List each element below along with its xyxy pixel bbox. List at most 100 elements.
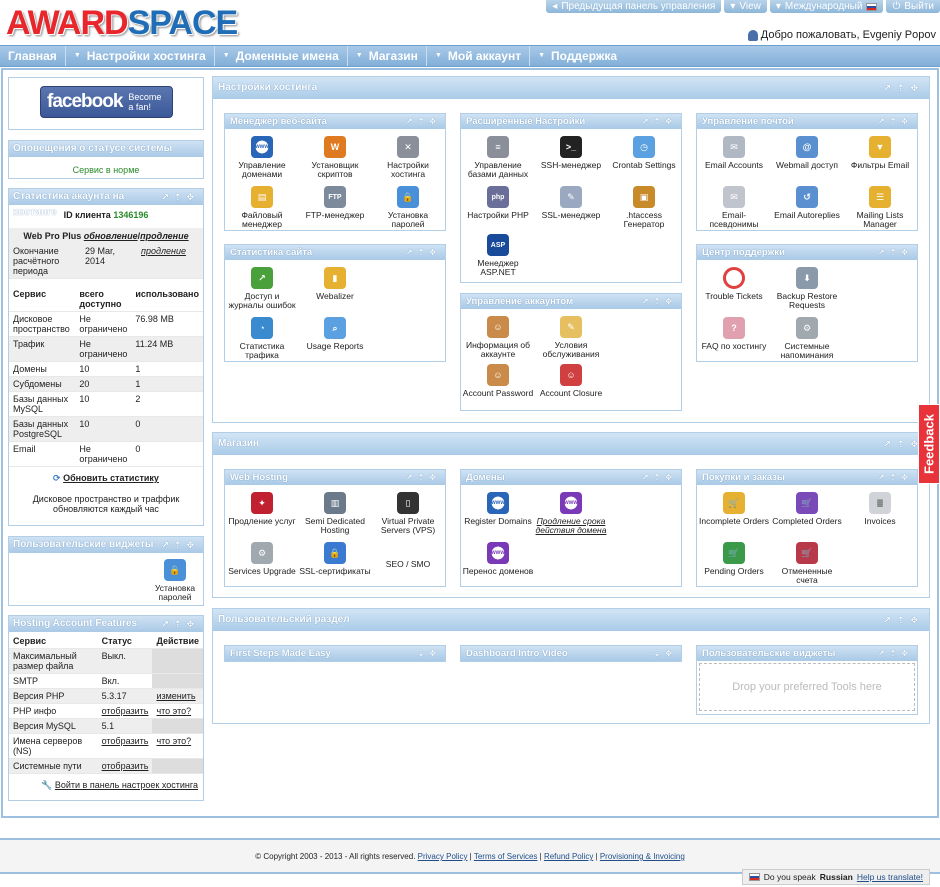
panel-tools-icon[interactable]: ↗⇡✥ xyxy=(883,77,929,99)
language-button[interactable]: ▾ Международный xyxy=(769,0,884,13)
refund-link[interactable]: Refund Policy xyxy=(544,852,593,861)
box-tools-icon[interactable]: ↗⇡✥ xyxy=(878,245,917,260)
privacy-link[interactable]: Privacy Policy xyxy=(418,852,468,861)
ssl-certificates-item[interactable]: 🔒 SSL-сертификаты xyxy=(299,542,371,576)
ssh-manager-item[interactable]: >_ SSH-менеджер xyxy=(535,136,607,170)
table-row: SMTP Вкл. xyxy=(9,673,203,689)
facebook-fan-button[interactable]: facebook Become a fan! xyxy=(40,86,173,118)
hosting-faq-item[interactable]: ? FAQ по хостингу xyxy=(698,317,770,351)
hosting-settings-item[interactable]: ✕ Настройки хостинга xyxy=(372,136,444,179)
file-manager-item[interactable]: ▤ Файловый менеджер xyxy=(226,186,298,229)
provisioning-link[interactable]: Provisioning & Invoicing xyxy=(600,852,685,861)
pending-orders-item[interactable]: 🛒 Pending Orders xyxy=(698,542,770,576)
nav-account[interactable]: ▼ Мой аккаунт xyxy=(427,46,531,66)
renew-services-item[interactable]: ✦ Продление услуг xyxy=(226,492,298,526)
box-tools-icon[interactable]: ↗⇡✥ xyxy=(642,294,681,309)
box-tools-icon[interactable]: ↗⇡✥ xyxy=(406,245,445,260)
traffic-stats-item[interactable]: ◔ Статистика трафика xyxy=(226,317,298,360)
webmail-item[interactable]: @ Webmail доступ xyxy=(771,136,843,170)
mailing-lists-item[interactable]: ☰ Mailing Lists Manager xyxy=(844,186,916,229)
vps-item[interactable]: ▯ Virtual Private Servers (VPS) xyxy=(372,492,444,535)
panel-tools-icon[interactable]: ↗⇡✥ xyxy=(883,609,929,631)
script-installer-item[interactable]: W Установщик скриптов xyxy=(299,136,371,179)
help-translate-link[interactable]: Help us translate! xyxy=(857,872,923,882)
box-tools-icon[interactable]: ↗⇡✥ xyxy=(878,646,917,661)
period-extend-link[interactable]: продление xyxy=(141,246,186,256)
widget-password-setup[interactable]: 🔒 Установка паролей xyxy=(139,559,211,602)
box-tools-icon[interactable]: ↗⇡✥ xyxy=(878,114,917,129)
show-ns-link[interactable]: отобразить xyxy=(102,736,149,746)
box-tools-icon[interactable]: ↗⇡✥ xyxy=(161,616,203,632)
ftp-manager-item[interactable]: FTP FTP-менеджер xyxy=(299,186,371,220)
account-info-item[interactable]: ☺ Информация об аккаунте xyxy=(462,316,534,359)
widget-drop-zone[interactable]: Drop your preferred Tools here xyxy=(699,663,915,711)
renew-link[interactable]: обновление xyxy=(84,231,138,241)
htaccess-item[interactable]: ▣ .htaccess Генератор xyxy=(608,186,680,229)
box-tools-icon[interactable]: ↗⇡✥ xyxy=(406,470,445,485)
system-reminders-item[interactable]: ⚙ Системные напоминания xyxy=(771,317,843,360)
backup-restore-item[interactable]: ⬇ Backup Restore Requests xyxy=(771,267,843,310)
view-button[interactable]: ▾ View xyxy=(724,0,767,13)
register-domains-item[interactable]: www Register Domains xyxy=(462,492,534,526)
box-tools-icon[interactable]: ↗⇡✥ xyxy=(642,114,681,129)
services-upgrade-item[interactable]: ⚙ Services Upgrade xyxy=(226,542,298,576)
first-steps-box[interactable]: First Steps Made Easy ⇣✥ xyxy=(224,645,446,662)
ssl-manager-item[interactable]: ✎ SSL-менеджер xyxy=(535,186,607,220)
domain-transfer-item[interactable]: www Перенос доменов xyxy=(462,542,534,576)
box-tools-icon[interactable]: ↗⇡✥ xyxy=(161,537,203,553)
seo-smo-item[interactable]: SEO / SMO xyxy=(372,560,444,569)
show-phpinfo-link[interactable]: отобразить xyxy=(102,706,149,716)
nav-domains[interactable]: ▼ Доменные имена xyxy=(215,46,348,66)
terms-link[interactable]: Terms of Services xyxy=(474,852,538,861)
trouble-tickets-item[interactable]: Trouble Tickets xyxy=(698,267,770,301)
cancelled-invoices-item[interactable]: 🛒 Отмененные счета xyxy=(771,542,843,585)
email-autoreplies-item[interactable]: ↺ Email Autoreplies xyxy=(771,186,843,220)
box-tools-icon[interactable]: ↗⇡✥ xyxy=(642,470,681,485)
intro-video-box[interactable]: Dashboard Intro Video ⇣✥ xyxy=(460,645,682,662)
logout-button[interactable]: ⏻ Выйти xyxy=(886,0,940,13)
email-aliases-item[interactable]: ✉ Email-псевдонимы xyxy=(698,186,770,229)
password-setup-item[interactable]: 🔒 Установка паролей xyxy=(372,186,444,229)
access-logs-item[interactable]: ↗ Доступ и журналы ошибок xyxy=(226,267,298,310)
completed-orders-item[interactable]: 🛒 Completed Orders xyxy=(771,492,843,526)
nav-support[interactable]: ▼ Поддержка xyxy=(530,46,625,66)
extend-link[interactable]: продление xyxy=(140,231,188,241)
box-tools-icon[interactable]: ⇣✥ xyxy=(418,646,445,661)
whats-this-link[interactable]: что это? xyxy=(156,736,191,746)
box-tools-icon[interactable]: ↗⇡✥ xyxy=(161,189,203,205)
account-password-item[interactable]: ☺ Account Password xyxy=(462,364,534,398)
change-php-link[interactable]: изменить xyxy=(156,691,195,701)
semi-dedicated-item[interactable]: ▥ Semi Dedicated Hosting xyxy=(299,492,371,535)
php-settings-item[interactable]: php Настройки PHP xyxy=(462,186,534,220)
status-alerts-box: Оповещения о статусе системы Сервис в но… xyxy=(8,140,204,179)
incomplete-orders-item[interactable]: 🛒 Incomplete Orders xyxy=(698,492,770,526)
period-table: Окончание расчётного периода 29 Мar, 2014… xyxy=(9,244,203,279)
invoices-item[interactable]: ≣ Invoices xyxy=(844,492,916,526)
show-paths-link[interactable]: отобразить xyxy=(102,761,149,771)
account-closure-item[interactable]: ☺ Account Closure xyxy=(535,364,607,398)
language-icon: ▾ xyxy=(775,1,781,12)
domain-renewal-item[interactable]: www Продление срока действия домена xyxy=(535,492,607,535)
feedback-tab[interactable]: Feedback xyxy=(918,404,940,484)
box-tools-icon[interactable]: ↗⇡✥ xyxy=(878,470,917,485)
crontab-item[interactable]: ◷ Crontab Settings xyxy=(608,136,680,170)
chevron-down-icon: ▼ xyxy=(355,52,363,59)
box-tools-icon[interactable]: ⇣✥ xyxy=(654,646,681,661)
db-manager-item[interactable]: ≡ Управление базами данных xyxy=(462,136,534,179)
prev-panel-button[interactable]: ◂ Предыдущая панель управления xyxy=(546,0,722,13)
box-tools-icon[interactable]: ↗⇡✥ xyxy=(406,114,445,129)
refresh-stats-button[interactable]: ⟳ Обновить статистику xyxy=(9,473,203,484)
email-accounts-item[interactable]: ✉ Email Accounts xyxy=(698,136,770,170)
aspnet-manager-item[interactable]: ASP Менеджер ASP.NET xyxy=(462,234,534,277)
hosting-panel-link[interactable]: 🔧 Войти в панель настроек хостинга xyxy=(14,780,198,791)
whats-this-link[interactable]: что это? xyxy=(156,706,191,716)
manage-domains-item[interactable]: www Управление доменами xyxy=(226,136,298,179)
nav-hosting[interactable]: ▼ Настройки хостинга xyxy=(66,46,215,66)
terms-item[interactable]: ✎ Условия обслуживания xyxy=(535,316,607,359)
webalizer-item[interactable]: ▮ Webalizer xyxy=(299,267,371,301)
awardspace-logo[interactable]: AWARDSPACE xyxy=(6,5,238,41)
usage-reports-item[interactable]: ⌕ Usage Reports xyxy=(299,317,371,351)
nav-shop[interactable]: ▼ Магазин xyxy=(348,46,427,66)
nav-home[interactable]: Главная xyxy=(0,46,66,66)
email-filters-item[interactable]: ▼ Фильтры Email xyxy=(844,136,916,170)
